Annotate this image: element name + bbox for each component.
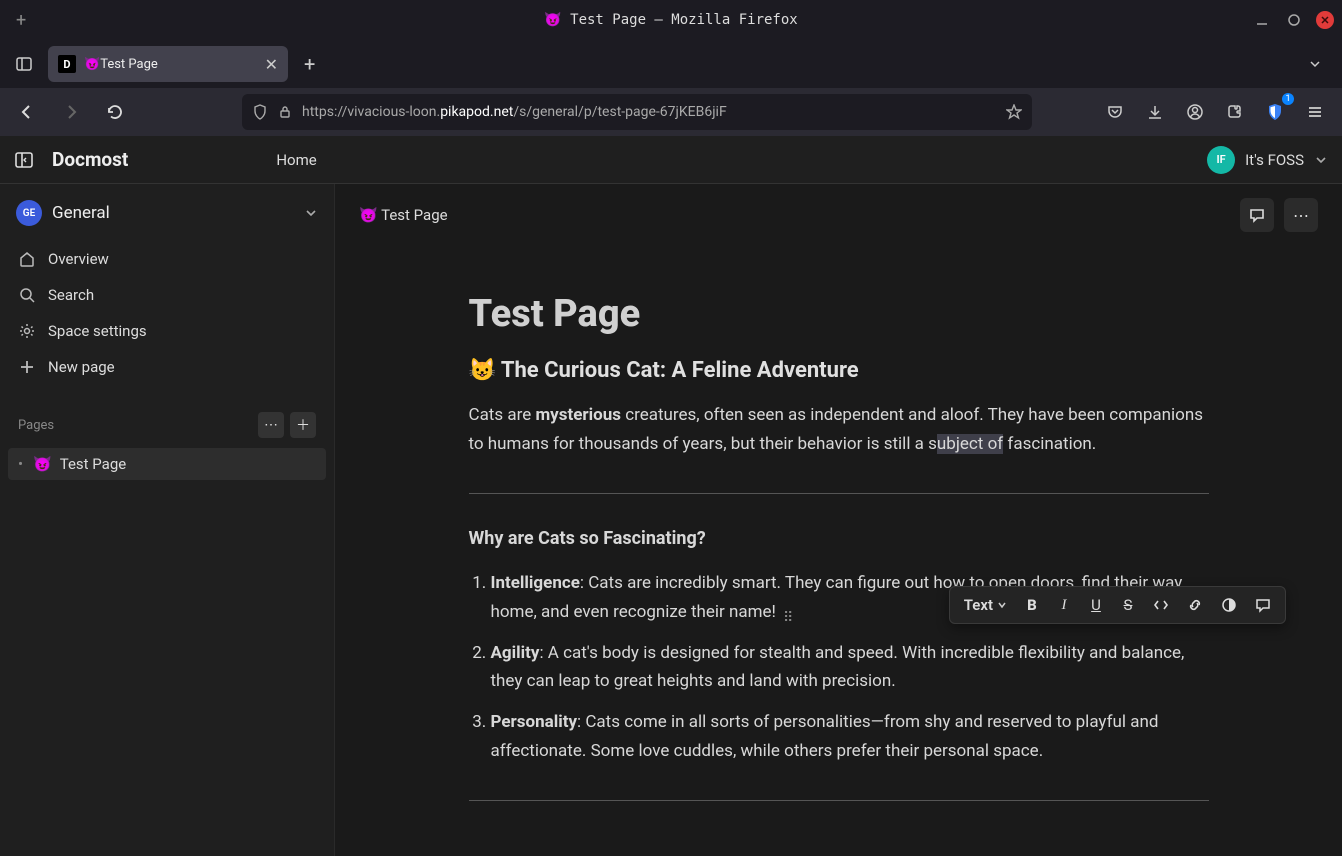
doc-paragraph[interactable]: Cats are mysterious creatures, often see… <box>469 401 1209 459</box>
close-tab-icon[interactable]: ✕ <box>265 55 278 74</box>
page-label: Test Page <box>60 455 126 473</box>
shield-icon[interactable] <box>252 104 268 120</box>
user-name: It's FOSS <box>1245 151 1304 169</box>
browser-tab[interactable]: D 😈Test Page ✕ <box>48 46 288 82</box>
sidebar-item-new-page[interactable]: New page <box>8 350 326 384</box>
page-list: • 😈 Test Page <box>8 448 326 480</box>
tab-favicon: D <box>58 55 76 73</box>
strikethrough-button[interactable]: S <box>1113 592 1143 618</box>
app-name: Docmost <box>52 148 128 171</box>
chevron-down-icon <box>1314 153 1328 167</box>
new-tab-button[interactable]: + <box>296 48 323 80</box>
home-link[interactable]: Home <box>276 151 316 169</box>
maximize-button[interactable] <box>1284 10 1304 30</box>
floating-toolbar: Text B I U S <box>949 586 1286 624</box>
avatar: IF <box>1207 146 1235 174</box>
pages-label: Pages <box>18 418 252 433</box>
downloads-icon[interactable] <box>1138 95 1172 129</box>
nav-right-icons: 1 <box>1098 95 1332 129</box>
drag-handle-icon[interactable]: ⠿ <box>783 610 793 626</box>
breadcrumb[interactable]: 😈 Test Page <box>359 206 448 224</box>
sidebar-item-label: Search <box>48 286 94 304</box>
pages-more-button[interactable]: ⋯ <box>258 412 284 438</box>
sidebar-nav: Overview Search Space settings New page <box>8 242 326 384</box>
pocket-icon[interactable] <box>1098 95 1132 129</box>
content-header: 😈 Test Page ⋯ <box>335 184 1342 232</box>
badge-count: 1 <box>1282 93 1294 105</box>
search-icon <box>18 286 36 304</box>
underline-button[interactable]: U <box>1081 592 1111 618</box>
sidebar-item-settings[interactable]: Space settings <box>8 314 326 348</box>
page-item[interactable]: • 😈 Test Page <box>8 448 326 480</box>
content-area: 😈 Test Page ⋯ ⠿ Test Page 😺 The Curious … <box>335 184 1342 856</box>
url-bar[interactable]: https://vivacious-loon.pikapod.net/s/gen… <box>242 94 1032 130</box>
document[interactable]: Test Page 😺 The Curious Cat: A Feline Ad… <box>459 292 1219 801</box>
home-icon <box>18 250 36 268</box>
content-actions: ⋯ <box>1240 198 1318 232</box>
text-selection: ubject of <box>937 434 1003 454</box>
close-window-button[interactable]: ✕ <box>1316 11 1334 29</box>
divider <box>469 493 1209 494</box>
sidebar-item-label: Space settings <box>48 322 147 340</box>
more-icon[interactable]: ⋯ <box>1284 198 1318 232</box>
italic-button[interactable]: I <box>1049 593 1079 618</box>
section-title[interactable]: Why are Cats so Fascinating? <box>469 528 1209 549</box>
minimize-button[interactable] <box>1252 10 1272 30</box>
window-title-text: Test Page — Mozilla Firefox <box>570 12 798 28</box>
main-layout: GE General Overview Search <box>0 184 1342 856</box>
bitwarden-icon[interactable]: 1 <box>1258 95 1292 129</box>
lock-icon[interactable] <box>278 105 292 119</box>
chevron-down-icon <box>304 206 318 220</box>
bold-button[interactable]: B <box>1017 592 1047 618</box>
reload-button[interactable] <box>98 95 132 129</box>
tab-strip: D 😈Test Page ✕ + <box>0 40 1342 88</box>
list-item[interactable]: Agility: A cat's body is designed for st… <box>491 639 1209 697</box>
divider <box>469 800 1209 801</box>
account-icon[interactable] <box>1178 95 1212 129</box>
sidebar-item-search[interactable]: Search <box>8 278 326 312</box>
forward-button[interactable] <box>54 95 88 129</box>
page-emoji: 😈 <box>33 455 52 473</box>
sidebar: GE General Overview Search <box>0 184 335 856</box>
new-tab-button-top[interactable]: + <box>16 10 26 31</box>
user-menu[interactable]: IF It's FOSS <box>1207 146 1328 174</box>
page-title[interactable]: Test Page <box>469 292 1209 336</box>
pages-header: Pages ⋯ ＋ <box>8 408 326 442</box>
app-header: Docmost Home IF It's FOSS <box>0 136 1342 184</box>
nav-bar: https://vivacious-loon.pikapod.net/s/gen… <box>0 88 1342 136</box>
doc-heading[interactable]: 😺 The Curious Cat: A Feline Adventure <box>469 358 1209 383</box>
space-selector[interactable]: GE General <box>8 194 326 232</box>
window-controls: ✕ <box>1252 10 1334 30</box>
url-text: https://vivacious-loon.pikapod.net/s/gen… <box>302 104 996 120</box>
devil-icon: 😈 <box>544 12 561 28</box>
comment-button[interactable] <box>1247 593 1279 617</box>
sidebar-item-overview[interactable]: Overview <box>8 242 326 276</box>
sidebar-tabs-icon[interactable] <box>8 48 40 80</box>
code-button[interactable] <box>1145 593 1177 617</box>
window-titlebar: + 😈 Test Page — Mozilla Firefox ✕ <box>0 0 1342 40</box>
space-name: General <box>52 203 294 223</box>
comments-icon[interactable] <box>1240 198 1274 232</box>
text-style-dropdown[interactable]: Text <box>956 592 1015 618</box>
sidebar-toggle-icon[interactable] <box>14 150 34 170</box>
sidebar-item-label: Overview <box>48 250 109 268</box>
tabs-overflow-icon[interactable] <box>1308 57 1322 71</box>
bullet-icon: • <box>18 455 23 473</box>
link-button[interactable] <box>1179 593 1211 617</box>
list-item[interactable]: Personality: Cats come in all sorts of p… <box>491 708 1209 766</box>
back-button[interactable] <box>10 95 44 129</box>
pages-add-button[interactable]: ＋ <box>290 412 316 438</box>
gear-icon <box>18 322 36 340</box>
hamburger-menu-icon[interactable] <box>1298 95 1332 129</box>
window-title: 😈 Test Page — Mozilla Firefox <box>0 12 1342 28</box>
plus-icon <box>18 358 36 376</box>
color-button[interactable] <box>1213 593 1245 617</box>
tab-title: 😈Test Page <box>84 57 257 72</box>
space-badge: GE <box>16 200 42 226</box>
sidebar-item-label: New page <box>48 358 115 376</box>
bookmark-star-icon[interactable] <box>1006 104 1022 120</box>
extensions-icon[interactable] <box>1218 95 1252 129</box>
